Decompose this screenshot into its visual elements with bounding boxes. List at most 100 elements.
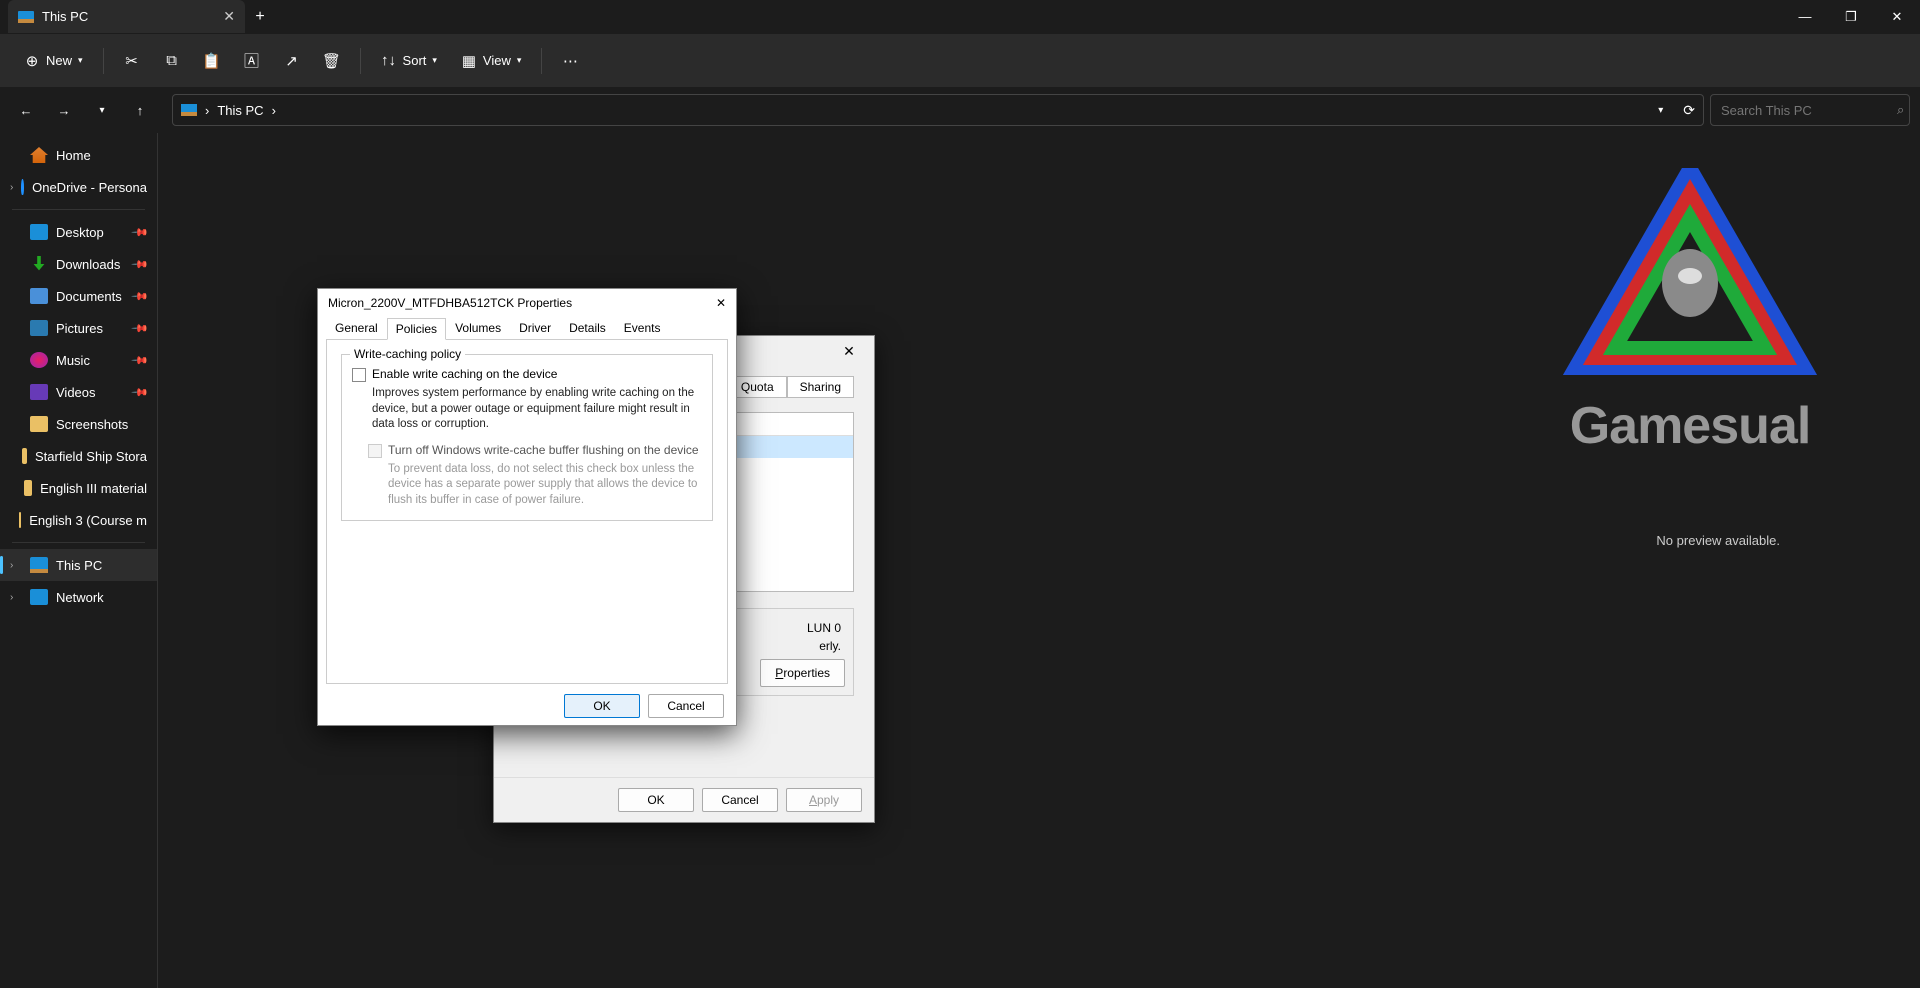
cancel-button[interactable]: Cancel xyxy=(702,788,778,812)
videos-icon xyxy=(30,384,48,400)
cancel-button[interactable]: Cancel xyxy=(648,694,724,718)
downloads-icon xyxy=(30,256,48,272)
dialog-titlebar[interactable]: Micron_2200V_MTFDHBA512TCK Properties ✕ xyxy=(318,289,736,317)
checkbox-label: Turn off Windows write-cache buffer flus… xyxy=(388,443,699,457)
navbar: ← → ▾ ↑ › This PC › ▾ ⟳ ⌕ xyxy=(0,87,1920,133)
sidebar-onedrive[interactable]: › OneDrive - Persona xyxy=(0,171,157,203)
trash-icon: 🗑 xyxy=(324,53,340,69)
folder-icon xyxy=(30,416,48,432)
copy-icon: ⧉ xyxy=(164,53,180,69)
search-icon[interactable]: ⌕ xyxy=(1897,102,1904,118)
share-icon: ↗ xyxy=(284,53,300,69)
tab-general[interactable]: General xyxy=(326,317,387,339)
chevron-down-icon[interactable]: ▾ xyxy=(1658,105,1663,116)
more-button[interactable]: ⋯ xyxy=(552,47,588,75)
sidebar-videos[interactable]: Videos📌 xyxy=(0,376,157,408)
delete-button[interactable]: 🗑 xyxy=(314,47,350,75)
ok-button[interactable]: OK xyxy=(564,694,640,718)
sidebar-folder[interactable]: Screenshots xyxy=(0,408,157,440)
watermark: Gamesual xyxy=(1560,168,1820,456)
folder-icon xyxy=(19,512,21,528)
content-area: Gamesual No preview available. ✕ are Quo… xyxy=(158,133,1920,988)
sidebar-music[interactable]: Music📌 xyxy=(0,344,157,376)
tab-events[interactable]: Events xyxy=(615,317,670,339)
documents-icon xyxy=(30,288,48,304)
checkbox-label[interactable]: Enable write caching on the device xyxy=(372,367,557,381)
home-icon xyxy=(30,147,48,163)
tab-strip: General Policies Volumes Driver Details … xyxy=(318,317,736,339)
sidebar-pictures[interactable]: Pictures📌 xyxy=(0,312,157,344)
dialog-footer: OK Cancel xyxy=(318,684,736,728)
tab-policies[interactable]: Policies xyxy=(387,318,446,340)
apply-button[interactable]: ApplyApply xyxy=(786,788,862,812)
sort-button[interactable]: ↑↓ Sort ▾ xyxy=(371,47,447,75)
address-bar[interactable]: › This PC › ▾ ⟳ xyxy=(172,94,1704,126)
paste-button[interactable]: 📋 xyxy=(194,47,230,75)
sort-icon: ↑↓ xyxy=(381,53,397,69)
folder-icon xyxy=(24,480,32,496)
chevron-right-icon[interactable]: › xyxy=(10,592,22,603)
pin-icon: 📌 xyxy=(131,383,150,402)
recent-button[interactable]: ▾ xyxy=(86,94,118,126)
toolbar: ⊕ New ▾ ✂ ⧉ 📋 🄰 ↗ 🗑 ↑↓ Sort ▾ ▦ View ▾ ⋯ xyxy=(0,33,1920,87)
dialog-title: Micron_2200V_MTFDHBA512TCK Properties xyxy=(328,296,572,310)
chevron-right-icon[interactable]: › xyxy=(10,182,13,193)
pin-icon: 📌 xyxy=(131,255,150,274)
sidebar-folder[interactable]: English III material xyxy=(0,472,157,504)
minimize-button[interactable]: — xyxy=(1782,0,1828,33)
sidebar-folder[interactable]: Starfield Ship Stora xyxy=(0,440,157,472)
view-button[interactable]: ▦ View ▾ xyxy=(451,47,531,75)
close-icon[interactable]: ✕ xyxy=(834,343,864,360)
pin-icon: 📌 xyxy=(131,319,150,338)
tab-driver[interactable]: Driver xyxy=(510,317,560,339)
address-sep: › xyxy=(272,103,276,118)
close-window-button[interactable]: ✕ xyxy=(1874,0,1920,33)
back-button[interactable]: ← xyxy=(10,94,42,126)
cut-button[interactable]: ✂ xyxy=(114,47,150,75)
network-icon xyxy=(30,589,48,605)
search-box[interactable]: ⌕ xyxy=(1710,94,1910,126)
address-path[interactable]: This PC xyxy=(217,103,263,118)
sidebar-home[interactable]: Home xyxy=(0,139,157,171)
share-button[interactable]: ↗ xyxy=(274,47,310,75)
chevron-down-icon: ▾ xyxy=(517,55,522,66)
sidebar-desktop[interactable]: Desktop📌 xyxy=(0,216,157,248)
forward-button[interactable]: → xyxy=(48,94,80,126)
tab-volumes[interactable]: Volumes xyxy=(446,317,510,339)
this-pc-icon xyxy=(18,11,34,23)
titlebar: This PC ✕ + — ❐ ✕ xyxy=(0,0,1920,33)
tab-details[interactable]: Details xyxy=(560,317,615,339)
sidebar-this-pc[interactable]: ›This PC xyxy=(0,549,157,581)
sidebar-network[interactable]: ›Network xyxy=(0,581,157,613)
dialog-footer: OK Cancel ApplyApply xyxy=(494,777,874,822)
rename-icon: 🄰 xyxy=(244,53,260,69)
sidebar-folder[interactable]: English 3 (Course m xyxy=(0,504,157,536)
option-description: To prevent data loss, do not select this… xyxy=(388,462,702,509)
desktop-icon xyxy=(30,224,48,240)
tab-title: This PC xyxy=(42,9,88,24)
no-preview-text: No preview available. xyxy=(1656,533,1780,548)
copy-button[interactable]: ⧉ xyxy=(154,47,190,75)
ok-button[interactable]: OK xyxy=(618,788,694,812)
search-input[interactable] xyxy=(1721,103,1897,118)
new-button[interactable]: ⊕ New ▾ xyxy=(14,47,93,75)
ellipsis-icon: ⋯ xyxy=(562,53,578,69)
sidebar-documents[interactable]: Documents📌 xyxy=(0,280,157,312)
window-tab[interactable]: This PC ✕ xyxy=(8,0,245,33)
chevron-down-icon: ▾ xyxy=(78,55,83,66)
enable-write-caching-checkbox[interactable] xyxy=(352,368,366,382)
properties-button[interactable]: PPropertiesroperties xyxy=(760,659,845,687)
sidebar: Home › OneDrive - Persona Desktop📌 Downl… xyxy=(0,133,158,988)
tab-sharing[interactable]: Sharing xyxy=(787,376,854,398)
rename-button[interactable]: 🄰 xyxy=(234,47,270,75)
chevron-right-icon[interactable]: › xyxy=(10,560,22,571)
device-properties-dialog: Micron_2200V_MTFDHBA512TCK Properties ✕ … xyxy=(317,288,737,726)
refresh-icon[interactable]: ⟳ xyxy=(1683,102,1695,119)
maximize-button[interactable]: ❐ xyxy=(1828,0,1874,33)
up-button[interactable]: ↑ xyxy=(124,94,156,126)
this-pc-icon xyxy=(181,104,197,116)
tab-close-icon[interactable]: ✕ xyxy=(223,8,235,25)
close-icon[interactable]: ✕ xyxy=(716,296,726,310)
sidebar-downloads[interactable]: Downloads📌 xyxy=(0,248,157,280)
new-tab-button[interactable]: + xyxy=(245,8,275,26)
